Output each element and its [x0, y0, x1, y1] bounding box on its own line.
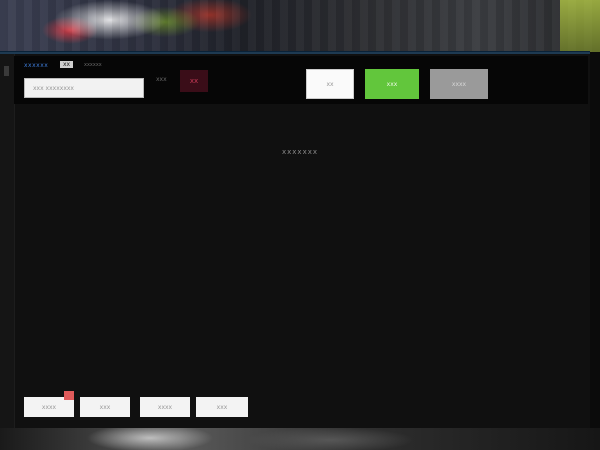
tab-3[interactable]: xxxx — [140, 397, 190, 417]
notification-badge — [64, 391, 74, 400]
app-subtitle: xxxxxx — [84, 62, 102, 68]
tab-2[interactable]: xxx — [80, 397, 130, 417]
white-action-button[interactable]: xx — [306, 69, 354, 99]
app-tag: xx — [60, 61, 74, 68]
app-header: xxxxxx xx xxxxxx xxx xxxxxxxx xxx xx xx … — [14, 56, 588, 104]
primary-action-button[interactable]: xxx — [365, 69, 419, 99]
tab-label: xxx — [216, 403, 228, 411]
tab-1[interactable]: xxxx — [24, 391, 74, 417]
search-input[interactable]: xxx xxxxxxxx — [24, 78, 144, 98]
tab-label: xxx — [99, 403, 111, 411]
background-photo-bottom — [0, 428, 600, 450]
secondary-action-button[interactable]: xxxx — [430, 69, 488, 99]
left-sidebar — [0, 54, 15, 430]
background-accent — [560, 0, 600, 52]
tab-label: xxxx — [157, 403, 173, 411]
status-badge: xx — [180, 70, 208, 92]
tab-label: xxxx — [41, 403, 57, 411]
empty-state-message: xxxxxxx — [282, 148, 318, 156]
app-link[interactable]: xxxxxx — [24, 62, 48, 69]
status-label: xxx — [156, 76, 167, 83]
sidebar-handle[interactable] — [4, 66, 9, 76]
tab-4[interactable]: xxx — [196, 397, 248, 417]
app-window: xxxxxx xx xxxxxx xxx xxxxxxxx xxx xx xx … — [0, 52, 590, 430]
background-photo-top — [0, 0, 600, 52]
